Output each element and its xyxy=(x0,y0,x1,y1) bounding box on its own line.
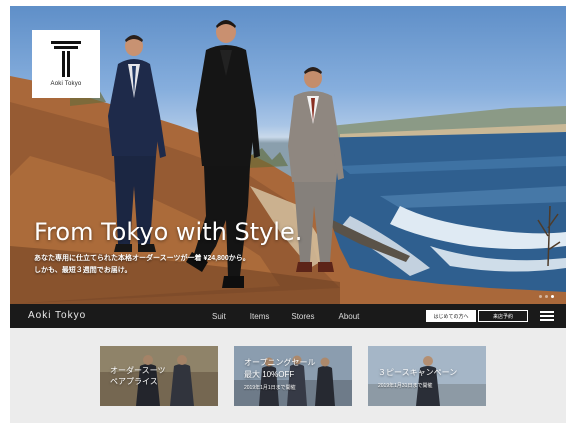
main-navbar: Aoki Tokyo Suit Items Stores About はじめての… xyxy=(10,304,566,328)
banner-title-line2: ペアプライス xyxy=(110,377,158,386)
promo-banner-opening-sale[interactable]: オープニングセール 最大 10%OFF 2019年1月1日まで開催 xyxy=(234,346,352,406)
nav-link-suit[interactable]: Suit xyxy=(212,312,226,321)
promo-banner-pair-price[interactable]: オーダースーツ ペアプライス xyxy=(100,346,218,406)
page: Aoki Tokyo From Tokyo with Style. あなた専用に… xyxy=(0,0,570,423)
hero-headline: From Tokyo with Style. xyxy=(34,218,303,246)
hero-carousel[interactable]: Aoki Tokyo From Tokyo with Style. あなた専用に… xyxy=(10,6,566,304)
carousel-dot-active[interactable] xyxy=(551,295,554,298)
banner-title-line1: ３ピースキャンペーン xyxy=(378,368,458,377)
hero-subline-price: あなた専用に仕立てられた本格オーダースーツが一着 ¥24,800から。 xyxy=(34,255,250,262)
nav-link-items[interactable]: Items xyxy=(250,312,270,321)
nav-links: Suit Items Stores About xyxy=(212,312,359,321)
navbar-brand[interactable]: Aoki Tokyo xyxy=(28,310,86,321)
logo-mark-icon xyxy=(51,41,81,77)
hero-subline-delivery: しかも、最短３週間でお届け。 xyxy=(34,267,132,274)
nav-link-about[interactable]: About xyxy=(338,312,359,321)
carousel-dot[interactable] xyxy=(545,295,548,298)
first-time-button[interactable]: はじめての方へ xyxy=(426,310,476,322)
banner-title-line1: オーダースーツ xyxy=(110,366,166,375)
logo-text: Aoki Tokyo xyxy=(50,81,82,87)
banner-note: 2019年1月1日まで開催 xyxy=(244,385,296,391)
carousel-dots xyxy=(539,295,554,298)
promo-banner-area: オーダースーツ ペアプライス オープニングセール 最大 10%OFF 2019年… xyxy=(10,328,566,423)
hero-subline: あなた専用に仕立てられた本格オーダースーツが一着 ¥24,800から。 しかも、… xyxy=(34,253,250,277)
banner-title-line2: 最大 10%OFF xyxy=(244,370,295,379)
banner-photo xyxy=(100,346,218,406)
promo-banner-three-piece[interactable]: ３ピースキャンペーン 2019年1月31日まで開催 xyxy=(368,346,486,406)
nav-link-stores[interactable]: Stores xyxy=(291,312,314,321)
carousel-dot[interactable] xyxy=(539,295,542,298)
banner-note: 2019年1月31日まで開催 xyxy=(378,383,433,389)
reserve-button[interactable]: 来店予約 xyxy=(478,310,528,322)
banner-title-line1: オープニングセール xyxy=(244,358,316,367)
hamburger-menu-icon[interactable] xyxy=(540,311,554,321)
brand-logo[interactable]: Aoki Tokyo xyxy=(32,30,100,98)
